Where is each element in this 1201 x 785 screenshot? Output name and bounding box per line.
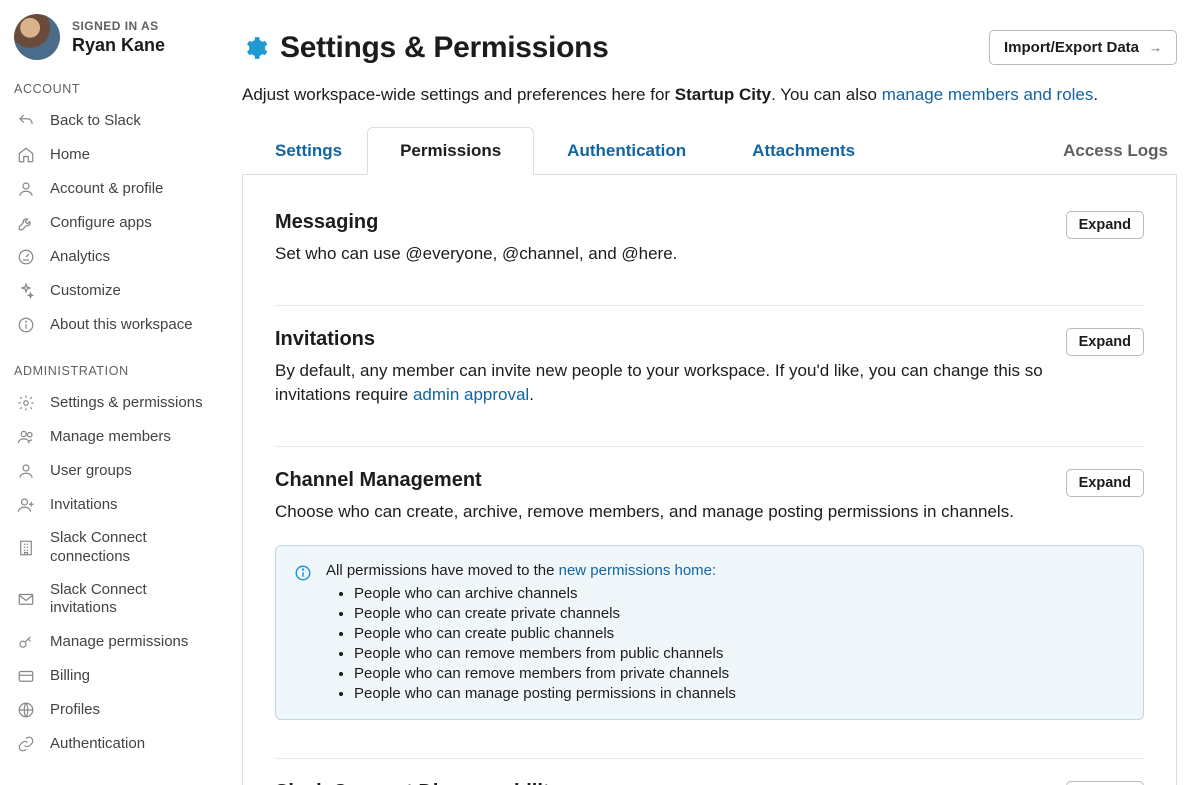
section-title: Slack Connect Discoverability: [275, 781, 561, 785]
key-icon: [16, 632, 36, 652]
nav-label: Slack Connect invitations: [50, 581, 208, 619]
person-plus-icon: [16, 495, 36, 515]
nav-label: Account & profile: [50, 180, 208, 199]
sidebar-item-billing[interactable]: Billing: [14, 659, 210, 693]
nav-label: Billing: [50, 667, 208, 686]
sidebar-item-home[interactable]: Home: [14, 138, 210, 172]
nav-label: About this workspace: [50, 316, 208, 335]
expand-button[interactable]: Expand: [1066, 469, 1144, 497]
gear-icon: [16, 393, 36, 413]
import-export-button[interactable]: Import/Export Data →: [989, 30, 1177, 65]
expand-button[interactable]: Expand: [1066, 328, 1144, 356]
section-slack-connect-discoverability: Slack Connect Discoverability Expand: [275, 781, 1144, 785]
sidebar-item-about-this-workspace[interactable]: About this workspace: [14, 308, 210, 342]
tabs: Settings Permissions Authentication Atta…: [242, 127, 1177, 175]
nav-label: User groups: [50, 462, 208, 481]
sidebar-item-profiles[interactable]: Profiles: [14, 693, 210, 727]
arrow-right-icon: →: [1149, 40, 1162, 55]
sidebar-item-invitations[interactable]: Invitations: [14, 488, 210, 522]
admin-section-label: ADMINISTRATION: [14, 364, 210, 378]
main-content: Settings & Permissions Import/Export Dat…: [220, 0, 1201, 785]
section-title: Invitations: [275, 328, 1046, 351]
section-channel-management: Channel Management Choose who can create…: [275, 469, 1144, 740]
nav-label: Manage permissions: [50, 633, 208, 652]
sidebar-item-manage-permissions[interactable]: Manage permissions: [14, 625, 210, 659]
sidebar: SIGNED IN AS Ryan Kane ACCOUNT Back to S…: [0, 0, 220, 785]
nav-label: Slack Connect connections: [50, 529, 208, 567]
sidebar-item-analytics[interactable]: Analytics: [14, 240, 210, 274]
globe-icon: [16, 700, 36, 720]
tab-attachments[interactable]: Attachments: [719, 127, 888, 174]
section-invitations: Invitations By default, any member can i…: [275, 328, 1144, 428]
wrench-icon: [16, 213, 36, 233]
admin-approval-link[interactable]: admin approval: [413, 385, 529, 404]
sidebar-item-user-groups[interactable]: User groups: [14, 454, 210, 488]
info-bullet: People who can remove members from publi…: [354, 645, 736, 662]
tab-permissions[interactable]: Permissions: [367, 127, 534, 175]
info-bullet: People who can manage posting permission…: [354, 685, 736, 702]
info-bullet: People who can create private channels: [354, 605, 736, 622]
people-icon: [16, 427, 36, 447]
section-desc: Choose who can create, archive, remove m…: [275, 500, 1046, 525]
home-icon: [16, 145, 36, 165]
nav-label: Home: [50, 146, 208, 165]
nav-label: Manage members: [50, 428, 208, 447]
person-icon: [16, 179, 36, 199]
nav-label: Profiles: [50, 701, 208, 720]
info-icon: [294, 564, 312, 582]
sidebar-item-customize[interactable]: Customize: [14, 274, 210, 308]
manage-members-link[interactable]: manage members and roles: [882, 85, 1094, 104]
link-icon: [16, 734, 36, 754]
username: Ryan Kane: [72, 35, 165, 56]
nav-label: Invitations: [50, 496, 208, 515]
signed-in-label: SIGNED IN AS: [72, 19, 165, 33]
info-bullet: People who can remove members from priva…: [354, 665, 736, 682]
sidebar-item-account-profile[interactable]: Account & profile: [14, 172, 210, 206]
section-desc: Set who can use @everyone, @channel, and…: [275, 242, 677, 267]
avatar: [14, 14, 60, 60]
nav-label: Back to Slack: [50, 112, 208, 131]
new-permissions-home-link[interactable]: new permissions home:: [559, 562, 717, 579]
reply-icon: [16, 111, 36, 131]
gear-icon: [242, 35, 268, 61]
info-bullet: People who can create public channels: [354, 625, 736, 642]
sidebar-item-manage-members[interactable]: Manage members: [14, 420, 210, 454]
expand-button[interactable]: Expand: [1066, 211, 1144, 239]
section-messaging: Messaging Set who can use @everyone, @ch…: [275, 211, 1144, 287]
expand-button[interactable]: Expand: [1066, 781, 1144, 785]
info-icon: [16, 315, 36, 335]
nav-label: Settings & permissions: [50, 394, 208, 413]
tab-authentication[interactable]: Authentication: [534, 127, 719, 174]
user-block: SIGNED IN AS Ryan Kane: [14, 14, 210, 60]
tab-access-logs[interactable]: Access Logs: [1030, 127, 1177, 174]
section-desc: By default, any member can invite new pe…: [275, 359, 1046, 408]
envelope-icon: [16, 589, 36, 609]
card-icon: [16, 666, 36, 686]
nav-label: Analytics: [50, 248, 208, 267]
sidebar-item-settings-permissions[interactable]: Settings & permissions: [14, 386, 210, 420]
page-title: Settings & Permissions: [280, 31, 609, 65]
sparkle-icon: [16, 281, 36, 301]
nav-label: Customize: [50, 282, 208, 301]
gauge-icon: [16, 247, 36, 267]
nav-label: Authentication: [50, 735, 208, 754]
sidebar-item-authentication[interactable]: Authentication: [14, 727, 210, 761]
account-section-label: ACCOUNT: [14, 82, 210, 96]
sidebar-item-slack-connect-connections[interactable]: Slack Connect connections: [14, 522, 210, 574]
sidebar-item-slack-connect-invitations[interactable]: Slack Connect invitations: [14, 574, 210, 626]
sidebar-item-back-to-slack[interactable]: Back to Slack: [14, 104, 210, 138]
section-title: Messaging: [275, 211, 677, 234]
info-callout: All permissions have moved to the new pe…: [275, 545, 1144, 720]
info-bullet: People who can archive channels: [354, 585, 736, 602]
building-icon: [16, 538, 36, 558]
subtitle: Adjust workspace-wide settings and prefe…: [242, 85, 1177, 105]
permissions-panel: Messaging Set who can use @everyone, @ch…: [242, 175, 1177, 785]
sidebar-item-configure-apps[interactable]: Configure apps: [14, 206, 210, 240]
tab-settings[interactable]: Settings: [262, 127, 367, 174]
person-icon: [16, 461, 36, 481]
nav-label: Configure apps: [50, 214, 208, 233]
section-title: Channel Management: [275, 469, 1046, 492]
